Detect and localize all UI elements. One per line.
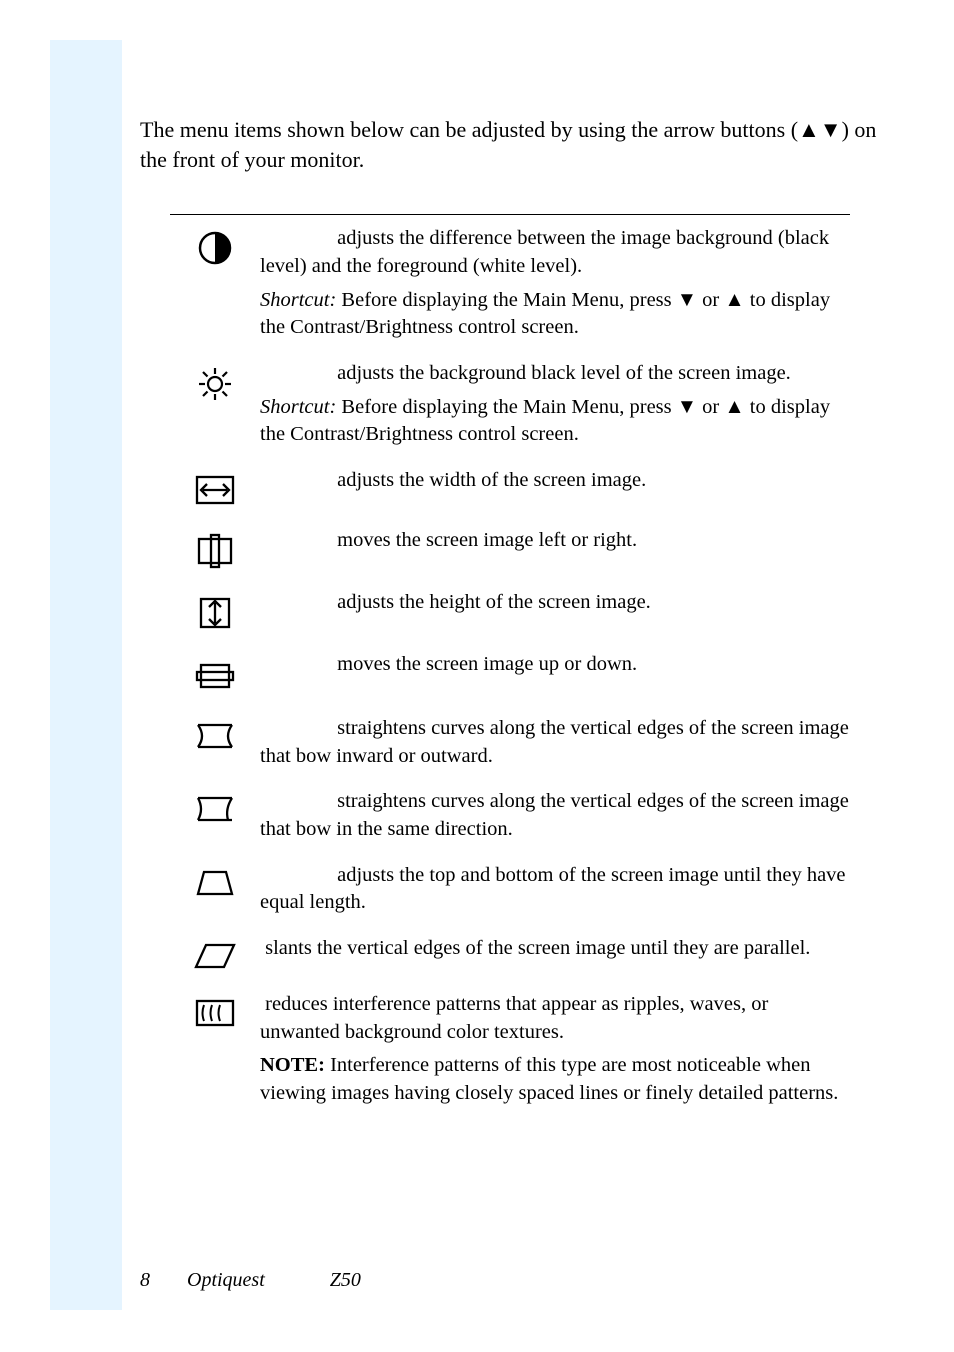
vsize-icon (170, 589, 260, 633)
contrast-icon (170, 225, 260, 267)
menu-row: straightens curves along the vertical ed… (170, 715, 850, 770)
menu-row: straightens curves along the vertical ed… (170, 788, 850, 843)
menu-row: adjusts the height of the screen image. (170, 589, 850, 633)
intro-text: The menu items shown below can be adjust… (140, 115, 880, 174)
trapezoid-icon (170, 862, 260, 900)
menu-item-extra: Shortcut: Before displaying the Main Men… (260, 287, 850, 342)
menu-item-body: moves the screen image up or down. (260, 651, 850, 679)
rows-container: adjusts the difference between the image… (170, 225, 850, 1107)
pinbalance-icon (170, 788, 260, 826)
menu-row: adjusts the difference between the image… (170, 225, 850, 342)
menu-item-body: adjusts the top and bottom of the screen… (260, 862, 850, 917)
menu-row: moves the screen image up or down. (170, 651, 850, 697)
menu-item-extra: NOTE: Interference patterns of this type… (260, 1052, 850, 1107)
hpos-icon (170, 527, 260, 571)
page-number: 8 (140, 1269, 150, 1291)
vpos-icon (170, 651, 260, 697)
menu-item-text: adjusts the difference between the image… (260, 225, 850, 342)
menu-row: adjusts the width of the screen image. (170, 467, 850, 509)
menu-row: adjusts the top and bottom of the screen… (170, 862, 850, 917)
left-gutter (50, 40, 122, 1310)
menu-item-text: adjusts the top and bottom of the screen… (260, 862, 850, 917)
menu-item-body: reduces interference patterns that appea… (260, 991, 850, 1046)
menu-row: adjusts the background black level of th… (170, 360, 850, 449)
menu-item-body: slants the vertical edges of the screen … (260, 935, 850, 963)
menu-row: moves the screen image left or right. (170, 527, 850, 571)
menu-item-text: straightens curves along the vertical ed… (260, 788, 850, 843)
menu-item-text: adjusts the width of the screen image. (260, 467, 850, 495)
hsize-icon (170, 467, 260, 509)
menu-item-body: adjusts the width of the screen image. (260, 467, 850, 495)
menu-item-text: moves the screen image up or down. (260, 651, 850, 679)
brightness-icon (170, 360, 260, 404)
footer-model: Z50 (330, 1269, 361, 1291)
menu-item-body: adjusts the background black level of th… (260, 360, 850, 388)
footer-brand: Optiquest (187, 1269, 265, 1291)
menu-row: reduces interference patterns that appea… (170, 991, 850, 1108)
menu-item-body: adjusts the difference between the image… (260, 225, 850, 280)
menu-item-body: straightens curves along the vertical ed… (260, 788, 850, 843)
moire-icon (170, 991, 260, 1031)
menu-item-text: adjusts the height of the screen image. (260, 589, 850, 617)
top-rule (170, 214, 850, 215)
menu-row: slants the vertical edges of the screen … (170, 935, 850, 973)
menu-item-body: straightens curves along the vertical ed… (260, 715, 850, 770)
page: The menu items shown below can be adjust… (0, 0, 954, 1352)
menu-table: adjusts the difference between the image… (170, 214, 850, 1107)
menu-item-text: reduces interference patterns that appea… (260, 991, 850, 1108)
menu-item-text: straightens curves along the vertical ed… (260, 715, 850, 770)
menu-item-text: moves the screen image left or right. (260, 527, 850, 555)
pincushion-icon (170, 715, 260, 753)
menu-item-extra: Shortcut: Before displaying the Main Men… (260, 394, 850, 449)
page-footer: 8 Optiquest Z50 (140, 1269, 361, 1292)
content-area: The menu items shown below can be adjust… (140, 115, 880, 1126)
menu-item-body: adjusts the height of the screen image. (260, 589, 850, 617)
parallelogram-icon (170, 935, 260, 973)
menu-item-body: moves the screen image left or right. (260, 527, 850, 555)
menu-item-text: adjusts the background black level of th… (260, 360, 850, 449)
menu-item-text: slants the vertical edges of the screen … (260, 935, 850, 963)
